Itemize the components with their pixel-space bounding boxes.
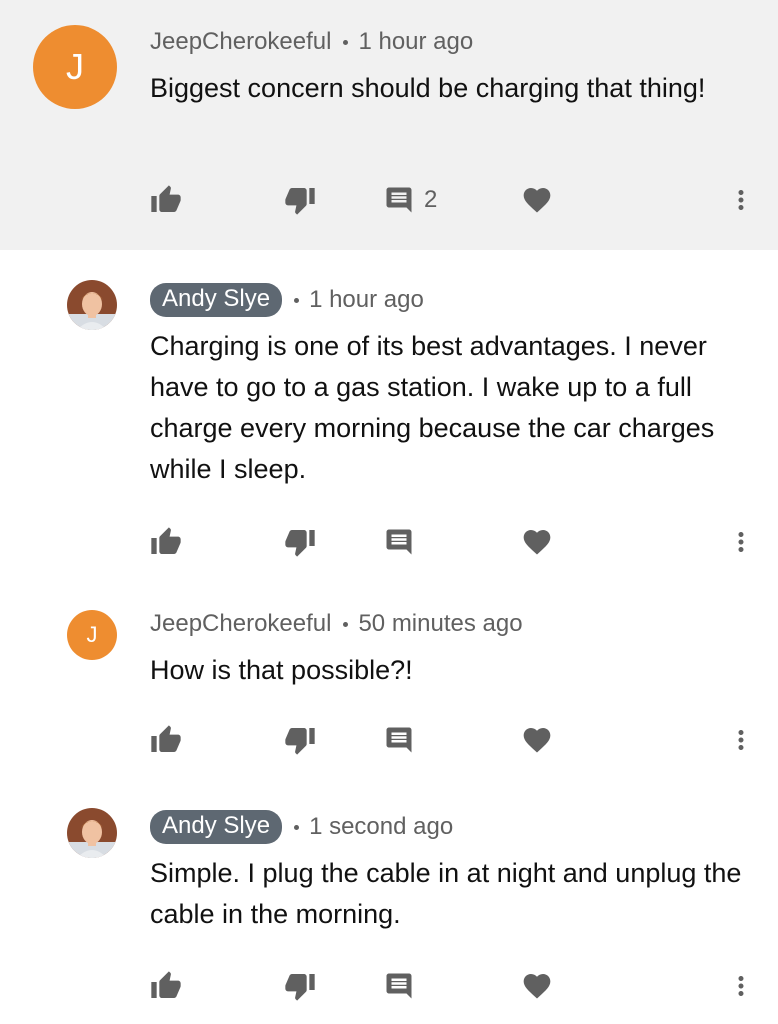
dislike-button[interactable] <box>284 180 316 220</box>
comment-author[interactable]: JeepCherokeeful <box>150 610 331 638</box>
separator-dot <box>343 39 349 45</box>
thumbs-down-icon <box>284 526 316 558</box>
separator-dot <box>294 297 300 303</box>
heart-icon <box>521 526 553 558</box>
comment-icon <box>384 971 414 1001</box>
comment-meta: Andy Slye 1 second ago <box>150 810 453 844</box>
reply-count: 2 <box>424 186 438 213</box>
comment-timestamp: 1 second ago <box>309 813 454 840</box>
avatar-letter: J <box>86 622 98 647</box>
more-options-button[interactable] <box>726 180 756 220</box>
more-options-button[interactable] <box>726 720 756 760</box>
like-button[interactable] <box>150 522 182 562</box>
heart-icon <box>521 970 553 1002</box>
reply-button[interactable]: 2 <box>384 180 437 220</box>
separator-dot <box>343 621 349 627</box>
profile-photo <box>67 280 117 330</box>
comment-icon <box>384 185 414 215</box>
comment-timestamp: 50 minutes ago <box>358 610 523 637</box>
avatar[interactable] <box>67 808 117 858</box>
more-vertical-icon <box>726 183 756 217</box>
reply-button[interactable] <box>384 720 414 760</box>
comment-2: Andy Slye 1 hour ago Charging is one of … <box>0 250 778 580</box>
comment-meta: JeepCherokeeful 1 hour ago <box>150 26 473 58</box>
more-options-button[interactable] <box>726 522 756 562</box>
thumbs-down-icon <box>284 970 316 1002</box>
heart-button[interactable] <box>521 720 553 760</box>
creator-author-badge[interactable]: Andy Slye <box>150 283 283 317</box>
comment-1: J JeepCherokeeful 1 hour ago Biggest con… <box>0 0 778 250</box>
creator-author-badge[interactable]: Andy Slye <box>150 810 283 844</box>
comment-timestamp: 1 hour ago <box>309 286 424 313</box>
comment-author[interactable]: JeepCherokeeful <box>150 28 331 56</box>
heart-icon <box>521 184 553 216</box>
avatar-letter: J <box>66 46 84 87</box>
comment-meta: JeepCherokeeful 50 minutes ago <box>150 608 523 640</box>
comment-text: How is that possible?! <box>150 655 413 685</box>
dislike-button[interactable] <box>284 966 316 1006</box>
more-vertical-icon <box>726 525 756 559</box>
avatar[interactable]: J <box>67 610 117 660</box>
comment-text: Charging is one of its best advantages. … <box>150 331 715 484</box>
comment-4: Andy Slye 1 second ago Simple. I plug th… <box>0 780 778 1024</box>
like-button[interactable] <box>150 720 182 760</box>
comment-actions <box>0 522 778 562</box>
heart-button[interactable] <box>521 966 553 1006</box>
reply-button[interactable] <box>384 522 414 562</box>
more-vertical-icon <box>726 969 756 1003</box>
more-options-button[interactable] <box>726 966 756 1006</box>
comment-3: J JeepCherokeeful 50 minutes ago How is … <box>0 580 778 780</box>
more-vertical-icon <box>726 723 756 757</box>
like-button[interactable] <box>150 966 182 1006</box>
separator-dot <box>294 824 300 830</box>
comment-text: Simple. I plug the cable in at night and… <box>150 858 742 929</box>
comment-actions: 2 <box>0 180 778 220</box>
comment-thread: J JeepCherokeeful 1 hour ago Biggest con… <box>0 0 778 1024</box>
thumbs-down-icon <box>284 184 316 216</box>
profile-photo <box>67 808 117 858</box>
avatar[interactable] <box>67 280 117 330</box>
comment-actions <box>0 966 778 1006</box>
avatar[interactable]: J <box>33 25 117 109</box>
comment-icon <box>384 725 414 755</box>
comment-meta: Andy Slye 1 hour ago <box>150 283 424 317</box>
heart-button[interactable] <box>521 522 553 562</box>
comment-text: Biggest concern should be charging that … <box>150 73 706 103</box>
heart-button[interactable] <box>521 180 553 220</box>
dislike-button[interactable] <box>284 522 316 562</box>
thumbs-up-icon <box>150 526 182 558</box>
heart-icon <box>521 724 553 756</box>
like-button[interactable] <box>150 180 182 220</box>
thumbs-up-icon <box>150 724 182 756</box>
thumbs-up-icon <box>150 184 182 216</box>
comment-icon <box>384 527 414 557</box>
reply-button[interactable] <box>384 966 414 1006</box>
thumbs-down-icon <box>284 724 316 756</box>
dislike-button[interactable] <box>284 720 316 760</box>
thumbs-up-icon <box>150 970 182 1002</box>
comment-timestamp: 1 hour ago <box>358 28 474 55</box>
comment-actions <box>0 720 778 760</box>
